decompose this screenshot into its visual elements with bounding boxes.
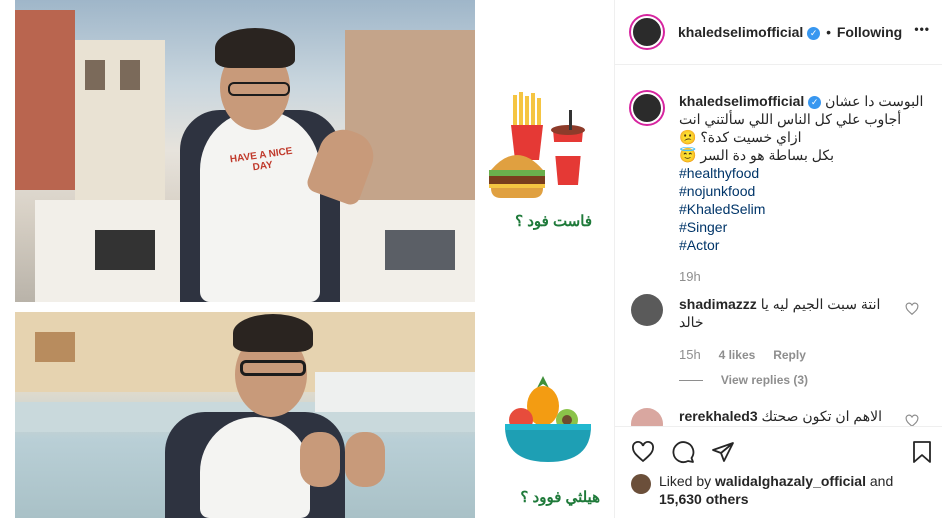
post-header: khaledselimofficial ✓ • Following ••• [615,0,942,65]
fast-food-illustration: فاست فود ؟ [475,80,614,230]
liker-avatar[interactable] [631,474,651,494]
caption-line-1: البوست دا عشان [825,93,924,109]
healthy-food-caption: هيلثي فوود ؟ [520,489,600,506]
commenter-avatar[interactable] [631,408,663,426]
comment-username[interactable]: shadimazzz [679,296,757,312]
caption-username[interactable]: khaledselimofficial [679,93,804,109]
caption-line-2: أجاوب علي كل الناس اللي سألتني انت [679,111,902,127]
comment-item: rerekhaled3 الاهم ان تكون صحتك [615,400,942,426]
author-username[interactable]: khaledselimofficial [678,24,803,40]
commenter-avatar[interactable] [631,294,663,326]
post-sidebar: khaledselimofficial ✓ • Following ••• kh… [615,0,942,518]
hashtag-link[interactable]: #Actor [679,236,929,254]
fruit-bowl-icon [505,376,591,462]
verified-badge-icon: ✓ [808,96,822,109]
likes-summary: Liked by walidalghazaly_official and 15,… [659,472,929,508]
comment-likes[interactable]: 4 likes [719,348,756,362]
liked-by-conj: and [869,473,894,489]
verified-badge-icon: ✓ [807,27,821,40]
comment-time[interactable]: 15h [679,347,701,362]
reply-button[interactable]: Reply [773,348,806,362]
burger-fries-drink-icon [489,92,585,198]
caption-line-3: ازاي خسيت كدة؟ 😕 [679,129,802,145]
more-options-icon[interactable]: ••• [914,22,930,36]
hashtag-link[interactable]: #Singer [679,218,929,236]
comment-icon[interactable] [671,440,695,464]
view-replies-button[interactable]: View replies (3) [721,373,808,387]
healthy-food-illustration: هيلثي فوود ؟ [475,370,614,518]
actions-divider [615,426,942,427]
hashtag-link[interactable]: #KhaledSelim [679,200,929,218]
comment-text: انتة سبت الجيم ليه يا [760,296,881,312]
header-separator: • [826,24,831,40]
photo-fast-food: HAVE A NICE DAY [15,0,475,302]
comment-like-icon[interactable] [905,414,919,426]
comment-text-cont: خالد [679,314,704,330]
caption-time[interactable]: 19h [679,268,929,286]
liked-by-prefix: Liked by [659,473,712,489]
hashtag-link[interactable]: #healthyfood [679,164,929,182]
share-icon[interactable] [711,440,735,464]
hashtag-link[interactable]: #nojunkfood [679,182,929,200]
post-actions [615,436,942,466]
liker-username[interactable]: walidalghazaly_official [715,473,866,489]
comment-like-icon[interactable] [905,302,919,316]
caption-avatar[interactable] [631,92,663,124]
caption-line-4: بكل بساطة هو دة السر 😇 [679,147,834,163]
likes-count-link[interactable]: 15,630 others [659,491,749,507]
following-button[interactable]: Following [837,24,902,40]
comment-username[interactable]: rerekhaled3 [679,408,758,424]
heart-icon[interactable] [631,440,655,464]
author-avatar[interactable] [631,16,663,48]
post-media[interactable]: HAVE A NICE DAY فاست فود ؟ هيلثي فوود ؟ [0,0,614,518]
bookmark-icon[interactable] [911,440,933,464]
fast-food-caption: فاست فود ؟ [515,213,592,230]
photo-healthy-food [15,312,475,518]
comment-text: الاهم ان تكون صحتك [761,408,883,424]
comment-item: shadimazzz انتة سبت الجيم ليه يا خالد 15… [679,295,909,389]
caption-block: khaledselimofficial ✓ البوست دا عشان أجا… [679,92,929,286]
